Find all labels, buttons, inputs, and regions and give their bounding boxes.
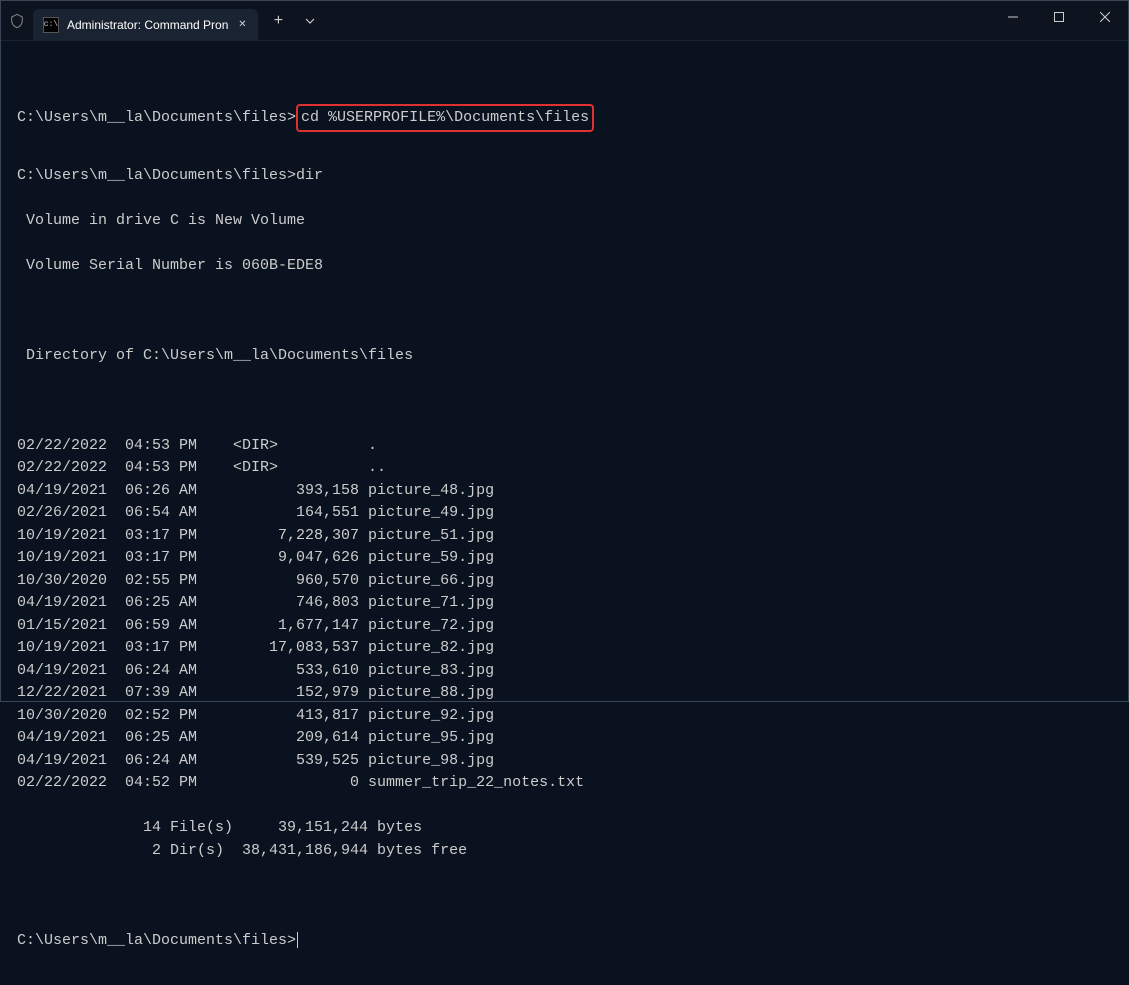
list-item: 02/22/2022 04:53 PM <DIR> .. (17, 457, 1112, 480)
list-item: 02/26/2021 06:54 AM 164,551 picture_49.j… (17, 502, 1112, 525)
list-item: 10/30/2020 02:55 PM 960,570 picture_66.j… (17, 570, 1112, 593)
dropdown-button[interactable] (294, 5, 326, 37)
list-item: 12/22/2021 07:39 AM 152,979 picture_88.j… (17, 682, 1112, 705)
command-text: dir (296, 167, 323, 184)
list-item: 04/19/2021 06:26 AM 393,158 picture_48.j… (17, 480, 1112, 503)
volume-line: Volume in drive C is New Volume (17, 210, 1112, 233)
summary-line: 2 Dir(s) 38,431,186,944 bytes free (17, 840, 1112, 863)
titlebar: c:\ Administrator: Command Pron ✕ + (1, 1, 1128, 41)
list-item: 10/19/2021 03:17 PM 7,228,307 picture_51… (17, 525, 1112, 548)
window-controls (990, 1, 1128, 41)
prompt-line-2: C:\Users\m__la\Documents\files>dir (17, 165, 1112, 188)
prompt-line-3: C:\Users\m__la\Documents\files> (17, 930, 1112, 953)
terminal-output[interactable]: C:\Users\m__la\Documents\files>cd %USERP… (1, 41, 1128, 985)
close-tab-icon[interactable]: ✕ (234, 17, 250, 33)
shield-icon (1, 1, 33, 40)
directory-of-line: Directory of C:\Users\m__la\Documents\fi… (17, 345, 1112, 368)
list-item: 04/19/2021 06:25 AM 209,614 picture_95.j… (17, 727, 1112, 750)
highlighted-command: cd %USERPROFILE%\Documents\files (296, 104, 594, 133)
list-item: 10/30/2020 02:52 PM 413,817 picture_92.j… (17, 705, 1112, 728)
prompt-path: C:\Users\m__la\Documents\files> (17, 107, 296, 130)
list-item: 10/19/2021 03:17 PM 9,047,626 picture_59… (17, 547, 1112, 570)
cmd-icon: c:\ (43, 17, 59, 33)
minimize-button[interactable] (990, 1, 1036, 33)
list-item: 04/19/2021 06:24 AM 533,610 picture_83.j… (17, 660, 1112, 683)
prompt-path: C:\Users\m__la\Documents\files> (17, 167, 296, 184)
blank-line (17, 390, 1112, 413)
list-item: 04/19/2021 06:24 AM 539,525 picture_98.j… (17, 750, 1112, 773)
serial-line: Volume Serial Number is 060B-EDE8 (17, 255, 1112, 278)
new-tab-button[interactable]: + (262, 5, 294, 37)
maximize-button[interactable] (1036, 1, 1082, 33)
list-item: 04/19/2021 06:25 AM 746,803 picture_71.j… (17, 592, 1112, 615)
tab-active[interactable]: c:\ Administrator: Command Pron ✕ (33, 9, 258, 41)
list-item: 02/22/2022 04:52 PM 0 summer_trip_22_not… (17, 772, 1112, 795)
list-item: 02/22/2022 04:53 PM <DIR> . (17, 435, 1112, 458)
cursor (297, 932, 298, 948)
close-window-button[interactable] (1082, 1, 1128, 33)
blank-line (17, 885, 1112, 908)
prompt-path: C:\Users\m__la\Documents\files> (17, 932, 296, 949)
list-item: 01/15/2021 06:59 AM 1,677,147 picture_72… (17, 615, 1112, 638)
file-listing: 02/22/2022 04:53 PM <DIR> .02/22/2022 04… (17, 435, 1112, 795)
prompt-line-1: C:\Users\m__la\Documents\files>cd %USERP… (17, 104, 1112, 133)
summary-line: 14 File(s) 39,151,244 bytes (17, 817, 1112, 840)
tab-title: Administrator: Command Pron (67, 18, 228, 32)
summary-lines: 14 File(s) 39,151,244 bytes 2 Dir(s) 38,… (17, 817, 1112, 862)
blank-line (17, 300, 1112, 323)
list-item: 10/19/2021 03:17 PM 17,083,537 picture_8… (17, 637, 1112, 660)
